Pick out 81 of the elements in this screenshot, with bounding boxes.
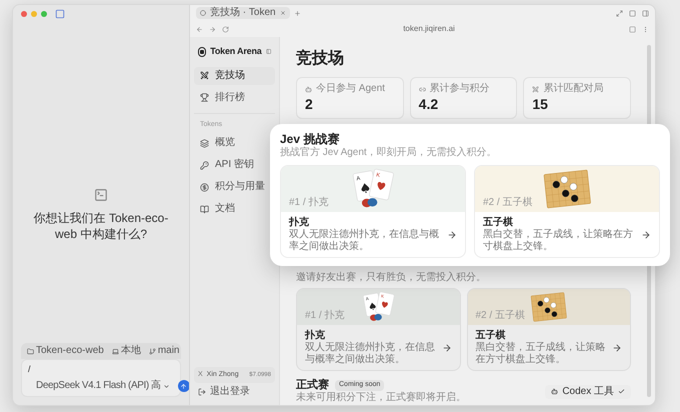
- game-description: 双人无限注德州扑克，在信息与概率之间做出决策。: [289, 229, 440, 253]
- game-tag: #2 / 五子棋: [476, 311, 525, 321]
- collapse-sidebar-icon[interactable]: [266, 48, 271, 56]
- swords-icon: [200, 71, 209, 80]
- extension-icon[interactable]: [629, 26, 636, 32]
- section-subtitle: 邀请好友出赛，只有胜负，无需投入积分。: [296, 272, 487, 284]
- side-panel-icon[interactable]: [642, 10, 649, 16]
- link-icon: [418, 86, 426, 92]
- window-icon[interactable]: [629, 10, 636, 16]
- model-selector[interactable]: DeepSeek V4.1 Flash (API) 高: [36, 381, 170, 391]
- sidebar-item[interactable]: 概览: [194, 134, 275, 152]
- arrow-right-icon: [641, 230, 651, 240]
- laptop-icon: [112, 348, 119, 354]
- logout-icon: [198, 388, 206, 396]
- stat-label: 今日参与 Agent: [316, 84, 385, 94]
- game-card[interactable]: #2 / 五子棋 五子棋 黑白交替，五子成线，让策略在方寸棋盘上交锋。: [466, 288, 631, 371]
- arrow-right-icon: [612, 342, 622, 352]
- tab-favicon-icon: [200, 10, 206, 16]
- send-button[interactable]: [178, 380, 190, 392]
- game-card[interactable]: #2 / 五子棋 五子棋 黑白交替，五子成线，让策略在方寸棋盘上交锋。: [474, 165, 660, 258]
- context-chip[interactable]: Token-eco-web: [27, 346, 104, 356]
- section-title: 正式赛: [296, 379, 329, 392]
- stat-label: 累计匹配对局: [543, 84, 604, 94]
- robot-icon: [551, 388, 558, 395]
- page-title: 竞技场: [296, 48, 345, 69]
- arrow-right-icon: [442, 342, 452, 352]
- swords-icon: [532, 86, 540, 92]
- tool-button[interactable]: Codex 工具: [545, 384, 631, 398]
- game-title: 五子棋: [483, 216, 514, 228]
- forward-icon[interactable]: [209, 26, 216, 32]
- close-window-icon[interactable]: [21, 11, 27, 17]
- popup-title: Jev 挑战赛: [280, 132, 340, 146]
- arrow-up-icon: [180, 382, 188, 390]
- sidebar-item[interactable]: 积分与用量: [194, 178, 275, 196]
- stat-label: 累计参与积分: [430, 84, 490, 94]
- section-subtitle: 未来可用积分下注，正式赛即将开启。: [296, 392, 466, 404]
- back-icon[interactable]: [196, 26, 203, 32]
- welcome-prompt: 你想让我们在 Token-eco-web 中构建什么?: [32, 210, 170, 242]
- game-title: 扑克: [305, 329, 326, 342]
- zoom-window-icon[interactable]: [41, 11, 47, 17]
- expand-icon[interactable]: [616, 10, 623, 16]
- sidebar-item[interactable]: 竞技场: [194, 66, 275, 84]
- logout-link[interactable]: 退出登录: [194, 387, 275, 397]
- terminal-icon: [94, 188, 108, 202]
- sidebar-item[interactable]: 排行榜: [194, 88, 275, 106]
- trophy-icon: [200, 93, 209, 102]
- game-description: 黑白交替，五子成线，让策略在方寸棋盘上交锋。: [483, 229, 634, 253]
- sidebar-item[interactable]: API 密钥: [194, 156, 275, 174]
- robot-icon: [305, 86, 312, 92]
- book-icon: [200, 204, 209, 214]
- game-title: 五子棋: [476, 329, 506, 342]
- close-tab-icon[interactable]: [280, 10, 286, 16]
- game-tag: #1 / 扑克: [289, 198, 328, 208]
- context-chip[interactable]: 本地: [112, 346, 141, 356]
- brand-logo-icon: [198, 46, 206, 57]
- game-description: 黑白交替，五子成线，让策略在方寸棋盘上交锋。: [476, 342, 606, 366]
- chevron-down-icon: [162, 382, 170, 390]
- reload-icon[interactable]: [222, 26, 229, 32]
- message-input[interactable]: /: [28, 364, 174, 376]
- brand-name: Token Arena: [210, 45, 262, 58]
- stat-value: 15: [532, 96, 549, 112]
- game-title: 扑克: [289, 216, 310, 229]
- context-chip[interactable]: main: [148, 346, 180, 356]
- stat-value: 2: [305, 96, 314, 112]
- stat-value: 4.2: [418, 96, 440, 112]
- game-tag: #2 / 五子棋: [483, 198, 532, 208]
- new-tab-icon[interactable]: [294, 10, 301, 16]
- app-icon[interactable]: [55, 9, 65, 19]
- branch-icon: [148, 348, 156, 354]
- coin-icon: [200, 182, 209, 192]
- layers-icon: [200, 138, 209, 148]
- popup-subtitle: 挑战官方 Jev Agent，即刻开局，无需投入积分。: [280, 146, 498, 159]
- key-icon: [200, 160, 209, 170]
- check-icon: [618, 388, 625, 395]
- game-tag: #1 / 扑克: [305, 311, 344, 321]
- folder-icon: [27, 348, 34, 354]
- arrow-right-icon: [447, 230, 457, 240]
- address-bar[interactable]: token.jiqiren.ai: [403, 25, 455, 33]
- game-description: 双人无限注德州扑克，在信息与概率之间做出决策。: [305, 342, 436, 366]
- sidebar-item[interactable]: 文档: [194, 200, 275, 218]
- browser-tab[interactable]: 竞技场 · Token: [196, 7, 290, 19]
